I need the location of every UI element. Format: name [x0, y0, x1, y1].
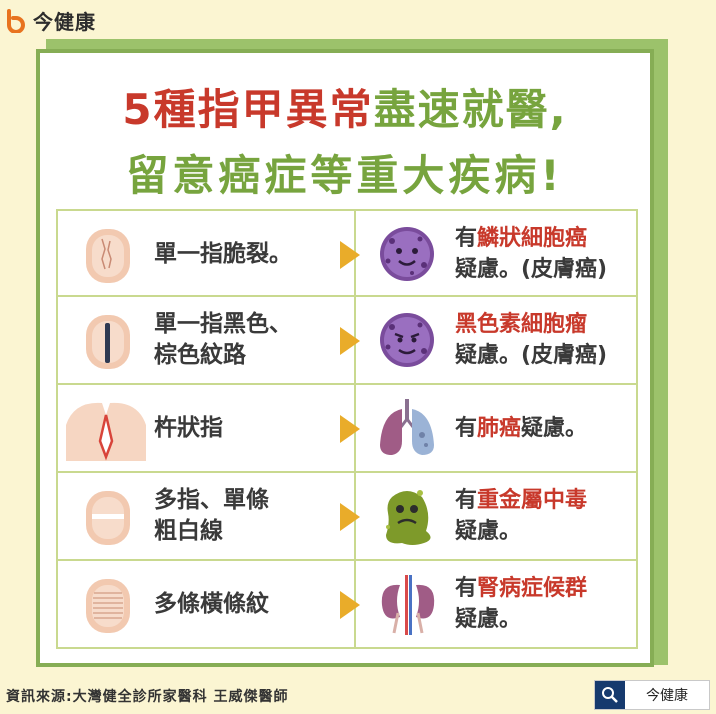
brand-logo[interactable]: 今健康	[5, 6, 96, 35]
diagnosis-text: 有重金屬中毒 疑慮。	[455, 488, 588, 544]
arrow-icon	[340, 241, 360, 269]
cracked-nail-icon	[86, 229, 130, 283]
clubbed-finger-icon	[66, 402, 146, 461]
symptom-text: 多指、單條 粗白線	[154, 487, 269, 544]
arrow-icon	[340, 415, 360, 443]
diagnosis-text: 有腎病症候群 疑慮。	[455, 576, 588, 632]
table-row: 單一指脆裂。 有鱗狀細胞癌 疑慮。(皮膚癌)	[56, 209, 638, 297]
search-label: 今健康	[646, 688, 688, 704]
arrow-icon	[340, 503, 360, 531]
infographic-card: 5種指甲異常盡速就醫, 留意癌症等重大疾病! 單一指脆裂。 有鱗狀細胞癌 疑慮。…	[36, 49, 654, 667]
kidneys-icon	[381, 575, 435, 635]
toxic-blob-icon	[386, 490, 431, 545]
purple-cell-icon	[380, 313, 434, 367]
symptom-text: 單一指黑色、 棕色紋路	[154, 311, 292, 368]
headline-line2: 留意癌症等重大疾病!	[126, 151, 564, 200]
symptom-text: 單一指脆裂。	[154, 240, 292, 267]
symptom-text: 多條橫條紋	[154, 590, 269, 617]
arrow-icon	[340, 591, 360, 619]
white-line-nail-icon	[86, 491, 130, 545]
headline-red: 5種指甲異常	[122, 85, 374, 134]
search-box[interactable]: 今健康	[594, 680, 710, 710]
lungs-icon	[380, 399, 434, 455]
jinjiankang-logo-icon	[7, 8, 25, 33]
headline: 5種指甲異常盡速就醫, 留意癌症等重大疾病!	[40, 77, 650, 209]
brand-name: 今健康	[33, 10, 96, 34]
diagnosis-text: 黑色素細胞瘤 疑慮。(皮膚癌)	[455, 312, 608, 368]
purple-cell-icon	[380, 227, 434, 281]
table-row: 多條橫條紋 有腎病症候群 疑慮。	[56, 561, 638, 649]
diagnosis-text: 有肺癌疑慮。	[455, 415, 588, 441]
source-credit: 資訊來源:大灣健全診所家醫科 王威傑醫師	[6, 689, 289, 705]
headline-green: 盡速就醫,	[373, 85, 568, 134]
table-row: 杵狀指 有肺癌疑慮。	[56, 385, 638, 473]
symptom-text: 杵狀指	[154, 414, 223, 441]
diagnosis-text: 有鱗狀細胞癌 疑慮。(皮膚癌)	[455, 226, 608, 282]
dark-streak-nail-icon	[86, 315, 130, 369]
ridged-nail-icon	[86, 579, 130, 633]
symptom-table: 單一指脆裂。 有鱗狀細胞癌 疑慮。(皮膚癌) 單一指黑色、 棕色紋路 黑色素細胞…	[56, 209, 638, 649]
table-row: 多指、單條 粗白線 有重金屬中毒 疑慮。	[56, 473, 638, 561]
table-row: 單一指黑色、 棕色紋路 黑色素細胞瘤 疑慮。(皮膚癌)	[56, 297, 638, 385]
arrow-icon	[340, 327, 360, 355]
search-icon[interactable]	[595, 681, 625, 709]
